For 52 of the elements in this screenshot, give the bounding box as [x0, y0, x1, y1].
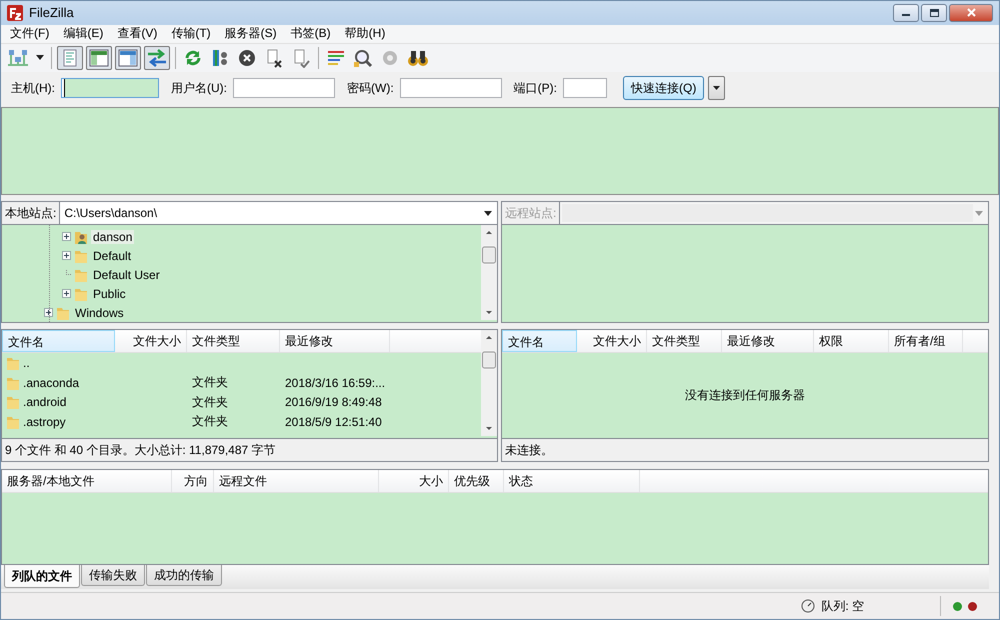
file-name: ..: [23, 356, 30, 370]
tree-item[interactable]: Default User: [91, 268, 162, 282]
table-cell: 2018/3/16 16:59:...: [285, 376, 386, 390]
file-row[interactable]: ..: [2, 353, 481, 373]
empty-message: 没有连接到任何服务器: [685, 387, 805, 404]
queue-status: 队列: 空: [821, 598, 864, 615]
status-text: 9 个文件 和 40 个目录。大小总计: 11,879,487 字节: [5, 442, 276, 459]
quickconnect-button[interactable]: 快速连接(Q): [623, 76, 704, 100]
tree-item[interactable]: danson: [91, 230, 134, 244]
window-title: FileZilla: [29, 5, 74, 20]
queue-tab[interactable]: 传输失败: [81, 565, 145, 586]
menu-item[interactable]: 查看(V): [110, 25, 164, 42]
menu-item[interactable]: 传输(T): [164, 25, 218, 42]
column-header[interactable]: 大小: [379, 470, 449, 492]
tree-item[interactable]: Windows: [73, 306, 126, 320]
table-cell: 文件夹: [192, 394, 228, 409]
queue-tab[interactable]: 成功的传输: [146, 565, 222, 586]
field-label: 用户名(U):: [171, 80, 227, 97]
field-label: 主机(H):: [11, 80, 55, 97]
local-path-field[interactable]: C:\Users\danson\: [60, 206, 484, 220]
tree-item[interactable]: Default: [91, 248, 134, 263]
table-cell: 2016/9/19 8:49:48: [285, 395, 382, 410]
field-label: 密码(W):: [347, 80, 394, 97]
menu-item[interactable]: 帮助(H): [338, 25, 392, 42]
column-header[interactable]: 最近修改: [280, 330, 390, 352]
menu-item[interactable]: 服务器(S): [218, 25, 284, 42]
menu-item[interactable]: 文件(F): [3, 25, 56, 42]
column-header[interactable]: 文件大小: [115, 330, 187, 352]
column-header[interactable]: 状态: [504, 470, 640, 492]
field-label: 端口(P):: [514, 80, 557, 97]
column-header[interactable]: 优先级: [449, 470, 504, 492]
local-site-label: 本地站点:: [2, 202, 60, 224]
column-header[interactable]: 文件类型: [187, 330, 280, 352]
file-name: .android: [23, 395, 66, 410]
remote-site-label: 远程站点:: [502, 202, 560, 224]
column-header[interactable]: 文件名: [2, 330, 115, 352]
table-cell: 文件夹: [192, 375, 228, 390]
table-cell: 2018/5/9 12:51:40: [285, 414, 382, 429]
file-row[interactable]: .anaconda 文件夹 2018/3/16 16:59:...: [2, 372, 481, 392]
queue-tab[interactable]: 列队的文件: [4, 565, 80, 588]
table-cell: 文件夹: [192, 414, 228, 428]
tree-item[interactable]: Public: [91, 286, 128, 301]
file-name: .anaconda: [23, 376, 80, 390]
file-row[interactable]: .astropy 文件夹 2018/5/9 12:51:40: [2, 412, 481, 432]
menu-item[interactable]: 书签(B): [284, 25, 338, 42]
status-text: 未连接。: [505, 442, 553, 459]
file-name: .astropy: [23, 414, 66, 429]
column-header[interactable]: 方向: [172, 470, 214, 492]
column-header[interactable]: 远程文件: [214, 470, 379, 492]
column-header[interactable]: 服务器/本地文件: [2, 470, 172, 492]
menu-item[interactable]: 编辑(E): [56, 25, 110, 42]
file-row[interactable]: .android 文件夹 2016/9/19 8:49:48: [2, 392, 481, 412]
